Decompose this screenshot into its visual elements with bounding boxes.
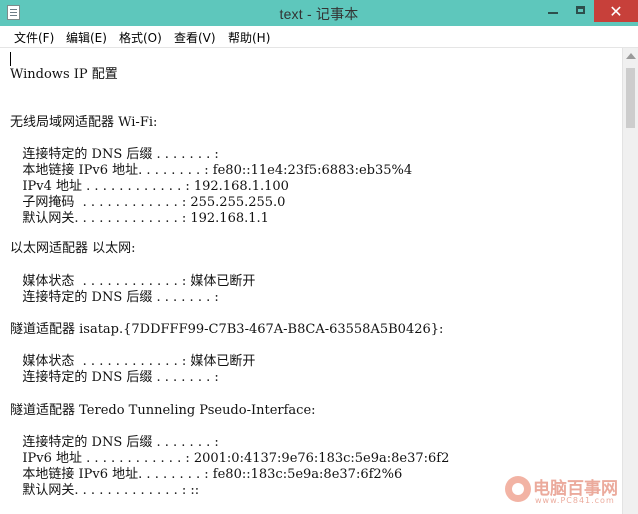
menu-format[interactable]: 格式(O) (119, 29, 162, 46)
text-line: 子网掩码 . . . . . . . . . . . . : 255.255.2… (10, 195, 286, 210)
text-line: 默认网关. . . . . . . . . . . . . : :: (10, 483, 200, 498)
title-bar[interactable]: text - 记事本 ✕ (0, 0, 638, 26)
text-line: 本地链接 IPv6 地址. . . . . . . . : fe80::183c… (10, 467, 403, 482)
menu-help[interactable]: 帮助(H) (228, 29, 270, 46)
minimize-icon (548, 12, 558, 14)
text-line: 本地链接 IPv6 地址. . . . . . . . : fe80::11e4… (10, 163, 413, 178)
text-line: 连接特定的 DNS 后缀 . . . . . . . : (10, 370, 219, 385)
vertical-scrollbar[interactable] (622, 48, 638, 514)
text-cursor (10, 52, 11, 66)
menu-view[interactable]: 查看(V) (174, 29, 216, 46)
text-line: 媒体状态 . . . . . . . . . . . . : 媒体已断开 (10, 354, 256, 369)
text-line: 无线局域网适配器 Wi-Fi: (10, 115, 158, 130)
text-line: 隧道适配器 Teredo Tunneling Pseudo-Interface: (10, 403, 316, 418)
text-line: IPv6 地址 . . . . . . . . . . . . : 2001:0… (10, 451, 450, 466)
minimize-button[interactable] (538, 0, 568, 22)
watermark-logo-icon (505, 476, 531, 502)
site-watermark: 电脑百事网 www.PC841.com (505, 472, 635, 512)
text-line: 连接特定的 DNS 后缀 . . . . . . . : (10, 290, 219, 305)
text-line: 默认网关. . . . . . . . . . . . . : 192.168.… (10, 211, 269, 226)
menu-bar: 文件(F) 编辑(E) 格式(O) 查看(V) 帮助(H) (0, 26, 638, 48)
text-line: 隧道适配器 isatap.{7DDFFF99-C7B3-467A-B8CA-63… (10, 322, 444, 337)
maximize-icon (576, 6, 585, 14)
text-line: Windows IP 配置 (10, 67, 118, 82)
maximize-button[interactable] (568, 0, 594, 22)
text-editor-area[interactable]: Windows IP 配置 无线局域网适配器 Wi-Fi: 连接特定的 DNS … (1, 48, 622, 514)
text-line: 连接特定的 DNS 后缀 . . . . . . . : (10, 435, 219, 450)
menu-file[interactable]: 文件(F) (14, 29, 54, 46)
scrollbar-thumb[interactable] (626, 68, 635, 128)
text-line: 连接特定的 DNS 后缀 . . . . . . . : (10, 147, 219, 162)
text-line: 媒体状态 . . . . . . . . . . . . : 媒体已断开 (10, 274, 256, 289)
scroll-up-arrow-icon[interactable] (626, 53, 636, 59)
close-icon: ✕ (609, 2, 623, 21)
text-line: IPv4 地址 . . . . . . . . . . . . : 192.16… (10, 179, 289, 194)
watermark-url: www.PC841.com (535, 496, 615, 505)
text-line: 以太网适配器 以太网: (10, 241, 136, 256)
menu-edit[interactable]: 编辑(E) (66, 29, 107, 46)
notepad-window: text - 记事本 ✕ 文件(F) 编辑(E) 格式(O) 查看(V) 帮助(… (0, 0, 638, 514)
close-button[interactable]: ✕ (594, 0, 638, 22)
